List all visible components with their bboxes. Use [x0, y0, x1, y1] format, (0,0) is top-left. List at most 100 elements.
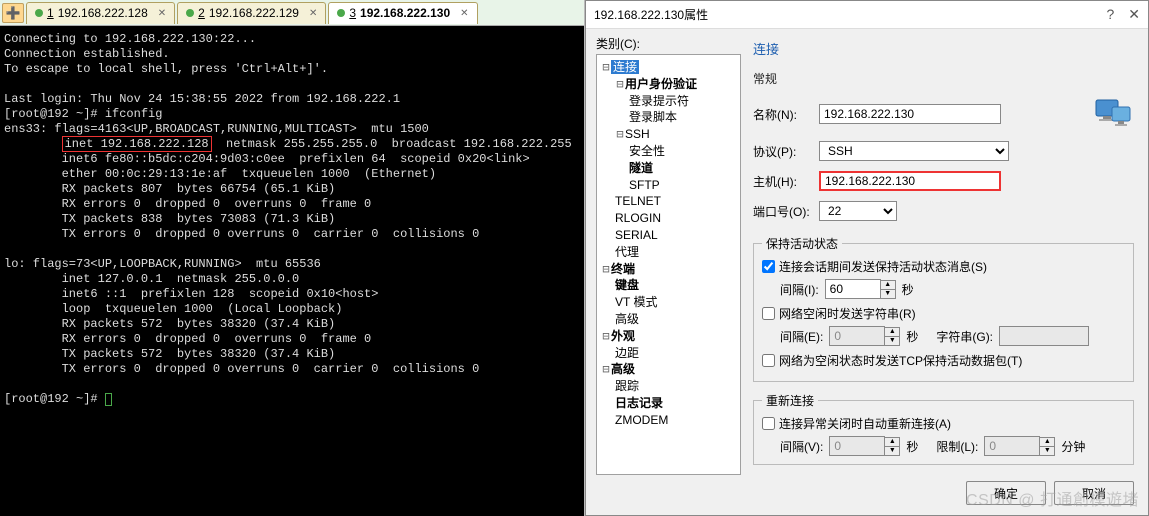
close-icon[interactable]: ✕ [460, 8, 468, 19]
string-label: 字符串(G): [936, 328, 993, 345]
close-icon[interactable]: ✕ [309, 8, 317, 19]
name-input[interactable] [819, 104, 1001, 124]
terminal-text: Connecting to 192.168.222.130:22... Conn… [4, 32, 429, 136]
tree-terminal[interactable]: 终端 [611, 262, 635, 276]
tree-advanced-term[interactable]: 高级 [615, 312, 639, 326]
tree-logging[interactable]: 日志记录 [615, 396, 663, 410]
tree-security[interactable]: 安全性 [629, 144, 665, 158]
interval-i-input[interactable] [825, 279, 881, 299]
host-input[interactable] [819, 171, 1001, 191]
port-label: 端口号(O): [753, 203, 813, 220]
connection-form: 连接 常规 名称(N): 协议(P): SSH [749, 35, 1138, 475]
idle-send-label: 网络空闲时发送字符串(R) [779, 305, 916, 322]
terminal-text [4, 137, 62, 151]
reconnect-legend: 重新连接 [762, 392, 818, 409]
dialog-title: 192.168.222.130属性 [594, 6, 708, 23]
category-label: 类别(C): [596, 35, 741, 52]
close-button[interactable]: ✕ [1128, 6, 1140, 23]
session-tab-1[interactable]: 1 192.168.222.128 ✕ [26, 2, 175, 24]
port-select[interactable]: 22 [819, 201, 897, 221]
form-heading: 连接 [753, 37, 1134, 62]
dialog-footer: 确定 取消 [596, 475, 1138, 507]
protocol-label: 协议(P): [753, 143, 813, 160]
highlighted-inet: inet 192.168.222.128 [62, 136, 212, 152]
spinner-buttons: ▲▼ [885, 437, 900, 456]
properties-dialog: 192.168.222.130属性 ? ✕ 类别(C): ⊟连接 ⊟用户身份验证 [585, 0, 1149, 516]
keepalive-legend: 保持活动状态 [762, 235, 842, 252]
tree-serial[interactable]: SERIAL [615, 228, 658, 242]
cancel-button[interactable]: 取消 [1054, 481, 1134, 505]
tab-label: 192.168.222.130 [360, 6, 450, 20]
terminal-text: inet6 fe80::b5dc:c204:9d03:c0ee prefixle… [4, 152, 530, 376]
idle-send-checkbox[interactable] [762, 307, 775, 320]
interval-e-input [829, 326, 885, 346]
interval-v-input [829, 436, 885, 456]
limit-input [984, 436, 1040, 456]
dialog-titlebar: 192.168.222.130属性 ? ✕ [586, 1, 1148, 29]
tree-trace[interactable]: 跟踪 [615, 379, 639, 393]
close-icon[interactable]: ✕ [158, 8, 166, 19]
tree-keyboard[interactable]: 键盘 [615, 278, 639, 292]
spinner-buttons: ▲▼ [885, 327, 900, 346]
auto-reconnect-label: 连接异常关闭时自动重新连接(A) [779, 415, 951, 432]
interval-e-label: 间隔(E): [780, 328, 823, 345]
tree-zmodem[interactable]: ZMODEM [615, 413, 668, 427]
auto-reconnect-checkbox[interactable] [762, 417, 775, 430]
tree-margin[interactable]: 边距 [615, 346, 639, 360]
interval-i-label: 间隔(I): [780, 281, 819, 298]
new-tab-button[interactable]: ➕ [2, 3, 24, 23]
category-tree[interactable]: ⊟连接 ⊟用户身份验证 登录提示符 登录脚本 ⊟SSH [596, 54, 741, 475]
tree-connection[interactable]: 连接 [611, 60, 639, 74]
tab-label: 192.168.222.128 [58, 6, 148, 20]
terminal-output[interactable]: Connecting to 192.168.222.130:22... Conn… [0, 26, 584, 516]
tree-sftp[interactable]: SFTP [629, 178, 660, 192]
spinner-buttons: ▲▼ [1040, 437, 1055, 456]
tab-number: 1 [47, 6, 54, 20]
tree-vt-mode[interactable]: VT 模式 [615, 295, 657, 309]
general-subheader: 常规 [753, 70, 1134, 87]
interval-v-label: 间隔(V): [780, 438, 823, 455]
tree-login-prompt[interactable]: 登录提示符 [629, 94, 689, 108]
host-label: 主机(H): [753, 173, 813, 190]
tab-label: 192.168.222.129 [209, 6, 299, 20]
tree-ssh[interactable]: SSH [625, 127, 650, 141]
status-dot-icon [337, 9, 345, 17]
spinner-buttons[interactable]: ▲▼ [881, 280, 896, 299]
ok-button[interactable]: 确定 [966, 481, 1046, 505]
terminal-prompt: [root@192 ~]# [4, 392, 105, 406]
limit-label: 限制(L): [936, 438, 978, 455]
terminal-pane: ➕ 1 192.168.222.128 ✕ 2 192.168.222.129 … [0, 0, 585, 516]
tree-rlogin[interactable]: RLOGIN [615, 211, 661, 225]
tree-proxy[interactable]: 代理 [615, 245, 639, 259]
tree-tunnel[interactable]: 隧道 [629, 161, 653, 175]
status-dot-icon [35, 9, 43, 17]
session-tab-2[interactable]: 2 192.168.222.129 ✕ [177, 2, 326, 24]
tcp-keepalive-label: 网络为空闲状态时发送TCP保持活动数据包(T) [779, 352, 1022, 369]
tcp-keepalive-checkbox[interactable] [762, 354, 775, 367]
tree-telnet[interactable]: TELNET [615, 194, 661, 208]
tree-login-script[interactable]: 登录脚本 [629, 110, 677, 124]
sec-label: 秒 [906, 328, 918, 345]
name-label: 名称(N): [753, 106, 813, 123]
string-input [999, 326, 1089, 346]
tree-appearance[interactable]: 外观 [611, 329, 635, 343]
keepalive-send-label: 连接会话期间发送保持活动状态消息(S) [779, 258, 987, 275]
tab-bar: ➕ 1 192.168.222.128 ✕ 2 192.168.222.129 … [0, 0, 584, 26]
session-tab-3-active[interactable]: 3 192.168.222.130 ✕ [328, 2, 477, 24]
monitor-icon [1094, 97, 1134, 131]
sec-label: 秒 [906, 438, 918, 455]
reconnect-fieldset: 重新连接 连接异常关闭时自动重新连接(A) 间隔(V): ▲▼ 秒 [753, 392, 1134, 465]
tab-number: 2 [198, 6, 205, 20]
tree-user-auth[interactable]: 用户身份验证 [625, 77, 697, 91]
help-button[interactable]: ? [1106, 6, 1114, 23]
status-dot-icon [186, 9, 194, 17]
keepalive-send-checkbox[interactable] [762, 260, 775, 273]
tab-number: 3 [349, 6, 356, 20]
sec-label: 秒 [902, 281, 914, 298]
tree-advanced[interactable]: 高级 [611, 362, 635, 376]
terminal-text: netmask 255.255.255.0 broadcast 192.168.… [212, 137, 572, 151]
keepalive-fieldset: 保持活动状态 连接会话期间发送保持活动状态消息(S) 间隔(I): ▲▼ 秒 [753, 235, 1134, 382]
cursor-icon [105, 393, 112, 406]
min-label: 分钟 [1061, 438, 1085, 455]
protocol-select[interactable]: SSH [819, 141, 1009, 161]
